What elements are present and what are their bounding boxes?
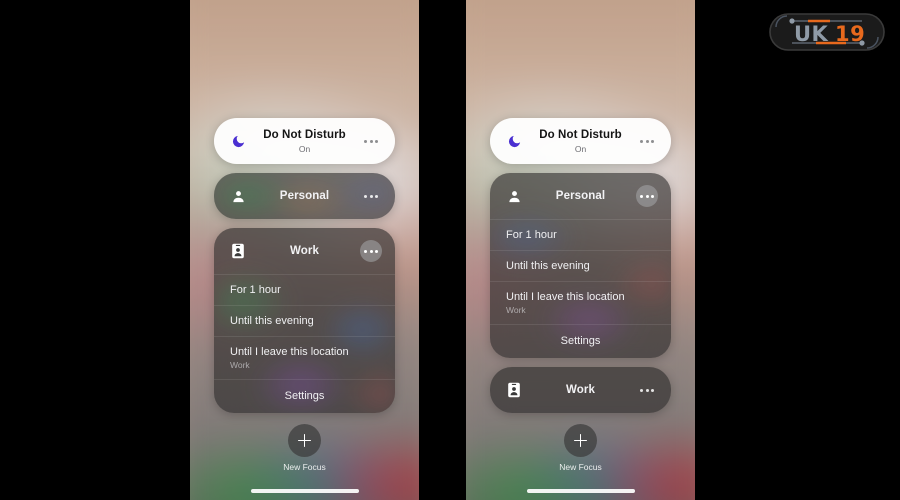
focus-card-personal[interactable]: Personal For 1 hour Until this evening U… xyxy=(490,173,671,358)
home-indicator[interactable] xyxy=(526,489,635,493)
option-for-1-hour[interactable]: For 1 hour xyxy=(490,219,671,250)
dot xyxy=(369,194,373,198)
dot xyxy=(375,139,378,143)
new-focus-button[interactable] xyxy=(288,424,321,457)
new-focus-group[interactable]: New Focus xyxy=(190,424,419,472)
new-focus-group[interactable]: New Focus xyxy=(466,424,695,472)
screenshot-stage: Do Not Disturb On Personal Work For 1 ho… xyxy=(0,0,900,500)
option-until-this-evening[interactable]: Until this evening xyxy=(490,250,671,281)
more-options-button[interactable] xyxy=(636,379,658,401)
dot xyxy=(645,139,649,143)
more-options-button[interactable] xyxy=(636,130,658,152)
more-options-button[interactable] xyxy=(360,130,382,152)
more-options-button[interactable] xyxy=(360,185,382,207)
home-indicator[interactable] xyxy=(250,489,359,493)
dot xyxy=(364,194,367,198)
more-options-button[interactable] xyxy=(636,185,658,207)
focus-card-work[interactable]: Work For 1 hour Until this evening Until… xyxy=(214,228,395,413)
option-label: Settings xyxy=(284,390,325,402)
focus-card-header[interactable]: Work xyxy=(490,367,671,413)
new-focus-label: New Focus xyxy=(283,462,326,472)
option-until-i-leave-this-location[interactable]: Until I leave this location Work xyxy=(490,281,671,324)
dot xyxy=(640,194,643,198)
dot xyxy=(375,194,378,198)
dot xyxy=(364,249,367,253)
option-label: Until this evening xyxy=(506,260,590,272)
focus-card-stack-right: Do Not Disturb On Personal For 1 hour Un… xyxy=(466,118,695,413)
dot xyxy=(645,388,649,392)
watermark-logo: UK 19 xyxy=(764,8,890,56)
focus-card-do-not-disturb[interactable]: Do Not Disturb On xyxy=(214,118,395,164)
dot xyxy=(375,249,378,253)
option-until-i-leave-this-location[interactable]: Until I leave this location Work xyxy=(214,336,395,379)
phone-panel-right: Do Not Disturb On Personal For 1 hour Un… xyxy=(466,0,695,500)
focus-duration-options: For 1 hour Until this evening Until I le… xyxy=(490,219,671,358)
focus-card-header[interactable]: Do Not Disturb On xyxy=(490,118,671,164)
focus-card-header[interactable]: Work xyxy=(214,228,395,274)
option-label: For 1 hour xyxy=(506,229,557,241)
dot xyxy=(645,194,649,198)
focus-card-stack-left: Do Not Disturb On Personal Work For 1 ho… xyxy=(190,118,419,413)
option-label: Until I leave this location xyxy=(506,291,625,303)
dot xyxy=(640,388,643,392)
phone-panel-left: Do Not Disturb On Personal Work For 1 ho… xyxy=(190,0,419,500)
focus-card-work[interactable]: Work xyxy=(490,367,671,413)
dot xyxy=(651,194,654,198)
focus-card-header[interactable]: Personal xyxy=(490,173,671,219)
focus-duration-options: For 1 hour Until this evening Until I le… xyxy=(214,274,395,413)
dot xyxy=(369,139,373,143)
id-badge-icon xyxy=(228,241,248,261)
option-settings[interactable]: Settings xyxy=(214,379,395,413)
dot xyxy=(651,388,654,392)
person-icon xyxy=(228,186,248,206)
focus-card-header[interactable]: Do Not Disturb On xyxy=(214,118,395,164)
option-sublabel: Work xyxy=(506,305,526,315)
focus-card-header[interactable]: Personal xyxy=(214,173,395,219)
more-options-button[interactable] xyxy=(360,240,382,262)
focus-card-do-not-disturb[interactable]: Do Not Disturb On xyxy=(490,118,671,164)
dot xyxy=(651,139,654,143)
person-icon xyxy=(504,186,524,206)
moon-icon xyxy=(228,131,248,151)
svg-text:UK: UK xyxy=(794,22,829,46)
dot xyxy=(364,139,367,143)
new-focus-button[interactable] xyxy=(564,424,597,457)
option-label: Until I leave this location xyxy=(230,346,349,358)
id-badge-icon xyxy=(504,380,524,400)
svg-text:19: 19 xyxy=(835,22,865,46)
new-focus-label: New Focus xyxy=(559,462,602,472)
option-label: Until this evening xyxy=(230,315,314,327)
moon-icon xyxy=(504,131,524,151)
option-settings[interactable]: Settings xyxy=(490,324,671,358)
dot xyxy=(369,249,373,253)
option-for-1-hour[interactable]: For 1 hour xyxy=(214,274,395,305)
focus-card-personal[interactable]: Personal xyxy=(214,173,395,219)
option-label: For 1 hour xyxy=(230,284,281,296)
option-sublabel: Work xyxy=(230,360,250,370)
dot xyxy=(640,139,643,143)
option-until-this-evening[interactable]: Until this evening xyxy=(214,305,395,336)
option-label: Settings xyxy=(560,335,601,347)
